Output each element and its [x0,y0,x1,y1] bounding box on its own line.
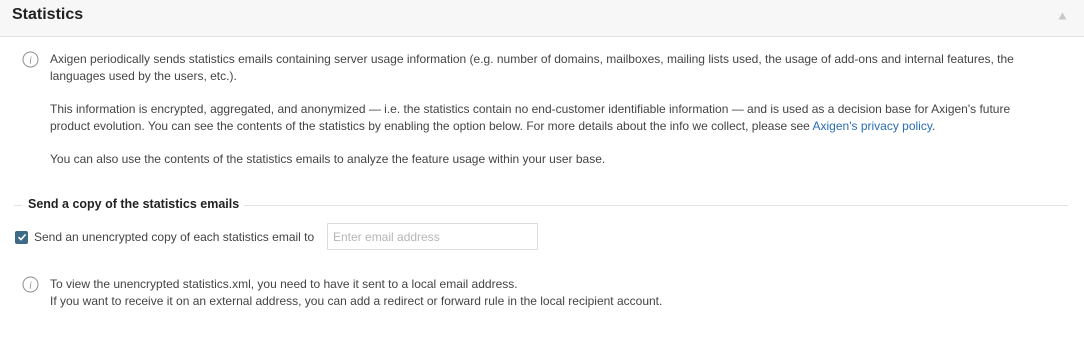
intro-paragraph-2-end: . [931,119,936,133]
note-text: To view the unencrypted statistics.xml, … [50,276,1050,310]
svg-text:i: i [29,56,32,67]
note-line-2: If you want to receive it on an external… [50,294,663,308]
send-copy-row: Send an unencrypted copy of each statist… [15,229,314,245]
section-header[interactable]: Statistics [0,0,1084,37]
intro-paragraph-2: This information is encrypted, aggregate… [50,101,1050,135]
checkmark-icon [17,233,26,241]
note-line-1: To view the unencrypted statistics.xml, … [50,277,518,291]
intro-paragraph-1: Axigen periodically sends statistics ema… [50,52,1014,83]
intro-text: Axigen periodically sends statistics ema… [50,51,1050,168]
section-title: Send a copy of the statistics emails [28,197,240,211]
info-icon: i [22,51,39,68]
send-copy-checkbox[interactable] [15,230,28,244]
page-title: Statistics [12,6,84,23]
svg-text:i: i [29,281,32,292]
email-address-input[interactable] [327,223,538,250]
triangle-up-icon[interactable] [1057,11,1067,21]
send-copy-label[interactable]: Send an unencrypted copy of each statist… [34,229,314,245]
intro-paragraph-3: You can also use the contents of the sta… [50,152,606,166]
privacy-policy-link[interactable]: Axigen's privacy policy [813,119,932,133]
info-icon: i [22,276,39,293]
